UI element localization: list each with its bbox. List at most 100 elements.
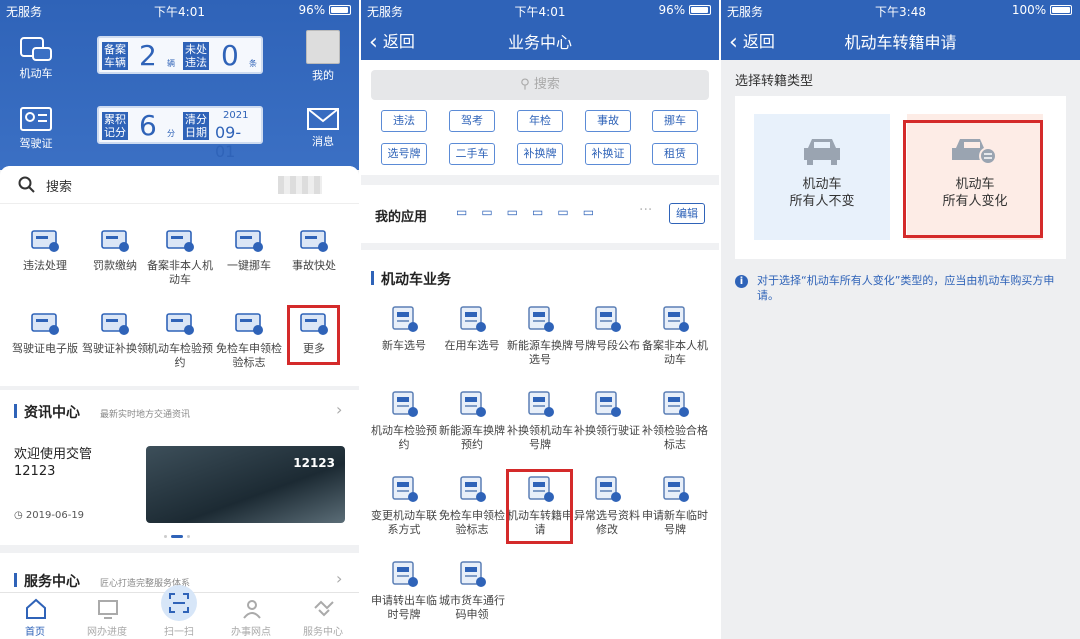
quick-tag[interactable]: 二手车 bbox=[449, 143, 495, 165]
vehicle-button[interactable]: 机动车 bbox=[11, 36, 61, 81]
quick-tag[interactable]: 事故 bbox=[585, 110, 631, 132]
business-tile[interactable]: 城市货车通行码申领 bbox=[437, 560, 507, 622]
quick-tag[interactable]: 选号牌 bbox=[381, 143, 427, 165]
search-input[interactable]: ⚲ 搜索 bbox=[371, 70, 709, 100]
business-tile[interactable]: 新车选号 bbox=[369, 305, 439, 353]
business-tile[interactable]: 异常选号资料修改 bbox=[572, 475, 642, 537]
business-tile[interactable]: 机动车检验预约 bbox=[369, 390, 439, 452]
service-item[interactable]: 违法处理 bbox=[10, 227, 80, 273]
tab-progress[interactable]: 网办进度 bbox=[77, 600, 137, 638]
business-tile[interactable]: 变更机动车联系方式 bbox=[369, 475, 439, 537]
search-bar[interactable]: 搜索 bbox=[0, 166, 359, 204]
vehicle-label: 机动车 bbox=[19, 67, 53, 80]
service-item[interactable]: 备案非本人机动车 bbox=[145, 227, 215, 287]
move-car-icon bbox=[233, 227, 265, 253]
search-label: 搜索 bbox=[46, 180, 73, 195]
business-tile[interactable]: 新能源车换牌选号 bbox=[505, 305, 575, 367]
news-date-row: ◷ 2019-06-19 bbox=[14, 510, 84, 521]
service-item[interactable]: 驾驶证补换领 bbox=[80, 310, 150, 356]
service-item[interactable]: 一键挪车 bbox=[214, 227, 284, 273]
tab-service[interactable]: 服务中心 bbox=[293, 600, 353, 638]
quick-tag[interactable]: 补换牌 bbox=[517, 143, 563, 165]
tab-bar: 首页 网办进度 扫一扫 办事网点 服务中心 bbox=[0, 585, 359, 639]
service-item[interactable]: 事故快处 bbox=[279, 227, 349, 273]
document-icon bbox=[389, 475, 419, 503]
battery-text: 100% bbox=[1011, 3, 1047, 17]
business-tile[interactable]: 号牌号段公布 bbox=[572, 305, 642, 353]
my-apps-bar: 我的应用 ▭▭▭▭▭▭ ··· 编辑 bbox=[361, 185, 719, 243]
score-value: 6 bbox=[139, 109, 157, 142]
service-label: 违法处理 bbox=[23, 259, 67, 272]
license-button[interactable]: 驾驶证 bbox=[11, 106, 61, 151]
tab-home[interactable]: 首页 bbox=[5, 598, 65, 638]
tile-label: 变更机动车联系方式 bbox=[371, 509, 437, 536]
choice-owner-unchanged[interactable]: 机动车 所有人不变 bbox=[754, 114, 890, 240]
vehicle-unit: 辆 bbox=[167, 59, 175, 68]
tab-label: 服务中心 bbox=[303, 627, 343, 638]
vehicle-summary-card[interactable]: 备案车辆 2 辆 未处违法 0 条 bbox=[97, 36, 263, 74]
tab-offices[interactable]: 办事网点 bbox=[221, 600, 281, 638]
tile-label: 新能源车换牌预约 bbox=[439, 424, 505, 451]
violation-count: 0 bbox=[221, 39, 239, 72]
news-subtitle: 最新实时地方交通资讯 bbox=[100, 410, 191, 420]
service-item[interactable]: 免检车申领检验标志 bbox=[214, 310, 284, 370]
edit-button[interactable]: 编辑 bbox=[669, 203, 705, 224]
handshake-icon bbox=[314, 600, 334, 617]
car-violation-icon bbox=[29, 227, 61, 253]
quick-tag[interactable]: 驾考 bbox=[449, 110, 495, 132]
battery-text: 96% bbox=[298, 3, 326, 17]
battery-icon bbox=[689, 5, 711, 15]
service-label: 罚款缴纳 bbox=[93, 259, 137, 272]
chevron-right-icon[interactable]: › bbox=[336, 569, 342, 588]
news-headline[interactable]: 欢迎使用交管12123 bbox=[14, 446, 114, 480]
license-replace-icon bbox=[99, 310, 131, 336]
avatar[interactable] bbox=[306, 30, 340, 64]
service-item[interactable]: 驾驶证电子版 bbox=[10, 310, 80, 356]
business-tile[interactable]: 补领检验合格标志 bbox=[640, 390, 710, 452]
tab-scan[interactable]: 扫一扫 bbox=[149, 585, 209, 638]
search-placeholder: 搜索 bbox=[533, 77, 560, 92]
quick-tag[interactable]: 租赁 bbox=[652, 143, 698, 165]
profile-label[interactable]: 我的 bbox=[298, 67, 348, 83]
business-tile[interactable]: 补换领机动车号牌 bbox=[505, 390, 575, 452]
search-icon: ⚲ bbox=[520, 77, 530, 92]
clock-icon: ◷ bbox=[14, 510, 23, 521]
page-title: 机动车转籍申请 bbox=[844, 33, 957, 52]
service-label: 事故快处 bbox=[292, 259, 336, 272]
quick-tag[interactable]: 违法 bbox=[381, 110, 427, 132]
business-tile[interactable]: 新能源车换牌预约 bbox=[437, 390, 507, 452]
tile-label: 补换领机动车号牌 bbox=[507, 424, 573, 451]
carousel-dots bbox=[164, 535, 194, 538]
e-license-icon bbox=[29, 310, 61, 336]
score-summary-card[interactable]: 累积记分 6 分 清分日期 2021 09-01 bbox=[97, 106, 263, 161]
service-label: 免检车申领检验标志 bbox=[216, 342, 282, 369]
tile-label: 申请转出车临时号牌 bbox=[371, 594, 437, 621]
business-tile[interactable]: 申请转出车临时号牌 bbox=[369, 560, 439, 622]
chevron-right-icon[interactable]: › bbox=[336, 400, 342, 419]
quick-tag[interactable]: 挪车 bbox=[652, 110, 698, 132]
news-banner[interactable]: 12123 bbox=[146, 446, 345, 523]
quick-tag[interactable]: 补换证 bbox=[585, 143, 631, 165]
document-icon bbox=[389, 390, 419, 418]
service-item[interactable]: 罚款缴纳 bbox=[80, 227, 150, 273]
business-tile[interactable]: 备案非本人机动车 bbox=[640, 305, 710, 367]
choice-line2: 所有人不变 bbox=[789, 194, 855, 209]
monitor-icon bbox=[98, 600, 118, 619]
quick-tag[interactable]: 年检 bbox=[517, 110, 563, 132]
inspection-booking-icon bbox=[164, 310, 196, 336]
blurred-area bbox=[278, 176, 322, 194]
document-icon bbox=[457, 560, 487, 588]
info-icon: i bbox=[735, 275, 748, 288]
scan-icon bbox=[169, 593, 189, 613]
business-tile[interactable]: 免检车申领检验标志 bbox=[437, 475, 507, 537]
violation-unit: 条 bbox=[249, 59, 257, 68]
choice-line1: 机动车 bbox=[802, 177, 842, 192]
battery-icon bbox=[1050, 5, 1072, 15]
business-tile[interactable]: 在用车选号 bbox=[437, 305, 507, 353]
messages-button[interactable]: 消息 bbox=[298, 108, 348, 149]
person-pin-icon bbox=[243, 600, 261, 619]
business-tile[interactable]: 补换领行驶证 bbox=[572, 390, 642, 438]
news-date: 2019-06-19 bbox=[25, 510, 85, 521]
service-item[interactable]: 机动车检验预约 bbox=[145, 310, 215, 370]
business-tile[interactable]: 申请新车临时号牌 bbox=[640, 475, 710, 537]
